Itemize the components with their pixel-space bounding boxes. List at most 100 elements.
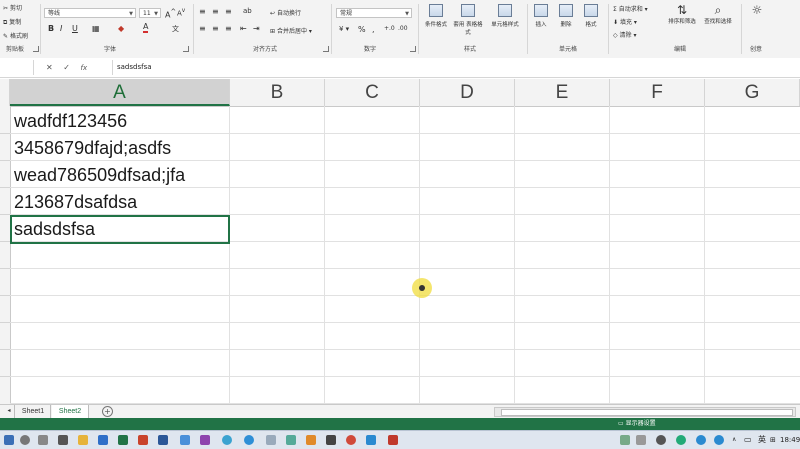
excel-icon[interactable] xyxy=(118,435,128,445)
column-header-e[interactable]: E xyxy=(515,79,610,106)
tray-overflow-icon[interactable]: ∧ xyxy=(732,431,736,449)
tray-icon[interactable] xyxy=(656,435,666,445)
font-name-select[interactable]: 等线 ▼ xyxy=(44,8,136,18)
orientation-icon[interactable]: ab xyxy=(243,7,252,15)
wrap-text-button[interactable]: ↩ 自动换行 xyxy=(270,8,301,17)
word-icon[interactable] xyxy=(158,435,168,445)
cut-button[interactable]: ✂ 剪切 xyxy=(3,3,22,12)
folder-icon[interactable] xyxy=(78,435,88,445)
cell-a2[interactable]: 3458679dfajd;asdfs xyxy=(10,134,229,161)
find-select-button[interactable]: ⌕ 查找和选择 xyxy=(700,3,736,25)
insert-cells-button[interactable]: 插入 xyxy=(530,4,552,28)
app-icon[interactable] xyxy=(388,435,398,445)
format-painter-button[interactable]: ✎ 格式刷 xyxy=(3,31,28,40)
telegram-icon[interactable] xyxy=(366,435,376,445)
column-header-f[interactable]: F xyxy=(610,79,705,106)
tray-icon[interactable] xyxy=(714,435,724,445)
font-color-button[interactable]: A xyxy=(143,23,149,33)
delete-cells-button[interactable]: 删除 xyxy=(555,4,577,28)
number-format-select[interactable]: 常规 ▼ xyxy=(336,8,412,18)
column-header-d[interactable]: D xyxy=(420,79,515,106)
align-middle-icon[interactable]: ≡ xyxy=(212,7,219,16)
search-icon[interactable] xyxy=(20,435,30,445)
format-as-table-button[interactable]: 套用 表格格式 xyxy=(453,4,483,36)
align-center-icon[interactable]: ≡ xyxy=(212,24,219,33)
comma-button[interactable]: , xyxy=(372,25,375,34)
name-box[interactable] xyxy=(0,60,34,75)
clipboard-launcher[interactable] xyxy=(33,46,39,52)
app-icon[interactable] xyxy=(58,435,68,445)
app-icon[interactable] xyxy=(266,435,276,445)
alignment-launcher[interactable] xyxy=(323,46,329,52)
number-launcher[interactable] xyxy=(410,46,416,52)
align-right-icon[interactable]: ≡ xyxy=(225,24,232,33)
increase-decimal-icon[interactable]: +.0 xyxy=(384,25,395,32)
browser-icon[interactable] xyxy=(98,435,108,445)
tray-icon[interactable] xyxy=(696,435,706,445)
autosum-button[interactable]: Σ 自动求和 ▾ xyxy=(613,4,648,13)
keyboard-icon[interactable]: ⊞ xyxy=(770,431,776,449)
decrease-decimal-icon[interactable]: .00 xyxy=(398,25,408,32)
font-launcher[interactable] xyxy=(183,46,189,52)
select-all-corner[interactable] xyxy=(0,79,10,106)
tray-icon[interactable] xyxy=(636,435,646,445)
tab-scroll-left-icon[interactable]: ◂ xyxy=(4,405,15,418)
bold-button[interactable]: B xyxy=(48,24,54,33)
tray-icon[interactable] xyxy=(676,435,686,445)
cell-a5-active[interactable]: sadsdsfsa xyxy=(10,215,230,244)
confirm-icon[interactable]: ✓ xyxy=(63,60,70,75)
app-icon[interactable] xyxy=(200,435,210,445)
conditional-format-button[interactable]: 条件格式 xyxy=(421,4,451,28)
column-header-a[interactable]: A xyxy=(10,79,230,106)
network-icon[interactable]: ▭ xyxy=(744,431,752,449)
italic-button[interactable]: I xyxy=(60,24,62,33)
percent-button[interactable]: % xyxy=(358,25,366,34)
ime-indicator[interactable]: 英 xyxy=(758,431,766,449)
task-view-icon[interactable] xyxy=(38,435,48,445)
horizontal-scrollbar[interactable] xyxy=(494,407,796,417)
clear-button[interactable]: ◇ 清除 ▾ xyxy=(613,30,636,39)
align-top-icon[interactable]: ≡ xyxy=(199,7,206,16)
calculator-icon[interactable] xyxy=(326,435,336,445)
outdent-icon[interactable]: ⇤ xyxy=(240,24,247,33)
ideas-button[interactable]: ☼ xyxy=(746,3,768,17)
currency-icon[interactable]: ¥ ▾ xyxy=(339,25,349,33)
start-icon[interactable] xyxy=(4,435,14,445)
powerpoint-icon[interactable] xyxy=(138,435,148,445)
app-icon[interactable] xyxy=(244,435,254,445)
cell-styles-button[interactable]: 单元格样式 xyxy=(486,4,524,28)
underline-button[interactable]: U xyxy=(72,24,78,33)
grow-font-button[interactable]: A^ xyxy=(165,8,176,20)
column-header-b[interactable]: B xyxy=(230,79,325,106)
app-icon[interactable] xyxy=(346,435,356,445)
copy-button[interactable]: ⧉ 复制 xyxy=(3,17,21,27)
app-icon[interactable] xyxy=(306,435,316,445)
column-header-c[interactable]: C xyxy=(325,79,420,106)
add-sheet-button[interactable]: + xyxy=(102,406,113,417)
cell-a3[interactable]: wead786509dfsad;jfa xyxy=(10,161,229,188)
app-icon[interactable] xyxy=(286,435,296,445)
column-header-g[interactable]: G xyxy=(705,79,800,106)
align-bottom-icon[interactable]: ≡ xyxy=(225,7,232,16)
cancel-icon[interactable]: ✕ xyxy=(46,60,53,75)
fill-color-icon[interactable]: ◆ xyxy=(118,24,124,33)
shrink-font-button[interactable]: Av xyxy=(177,8,185,17)
insert-function-button[interactable]: fx xyxy=(81,61,88,76)
scrollbar-thumb[interactable] xyxy=(501,409,793,416)
tab-sheet1[interactable]: Sheet1 xyxy=(16,405,51,418)
font-size-select[interactable]: 11 ▼ xyxy=(139,8,161,18)
merge-center-button[interactable]: ⊞ 合并后居中 ▾ xyxy=(270,26,312,35)
tray-icon[interactable] xyxy=(620,435,630,445)
fill-button[interactable]: ⬇ 填充 ▾ xyxy=(613,17,637,26)
worksheet-grid[interactable]: A B C D E F G wadfdf123456 3458679dfajd;… xyxy=(0,79,800,404)
cell-a4[interactable]: 213687dsafdsa xyxy=(10,188,229,215)
sort-filter-button[interactable]: ⇅ 排序和筛选 xyxy=(664,3,700,25)
indent-icon[interactable]: ⇥ xyxy=(253,24,260,33)
app-icon[interactable] xyxy=(222,435,232,445)
format-cells-button[interactable]: 格式 xyxy=(580,4,602,28)
display-settings-button[interactable]: ▭ 显示器设置 xyxy=(618,418,656,430)
clock[interactable]: 18:49 xyxy=(780,431,800,449)
formula-input[interactable]: sadsdsfsa xyxy=(112,60,792,75)
app-icon[interactable] xyxy=(180,435,190,445)
phonetic-icon[interactable]: 文 xyxy=(172,24,179,34)
